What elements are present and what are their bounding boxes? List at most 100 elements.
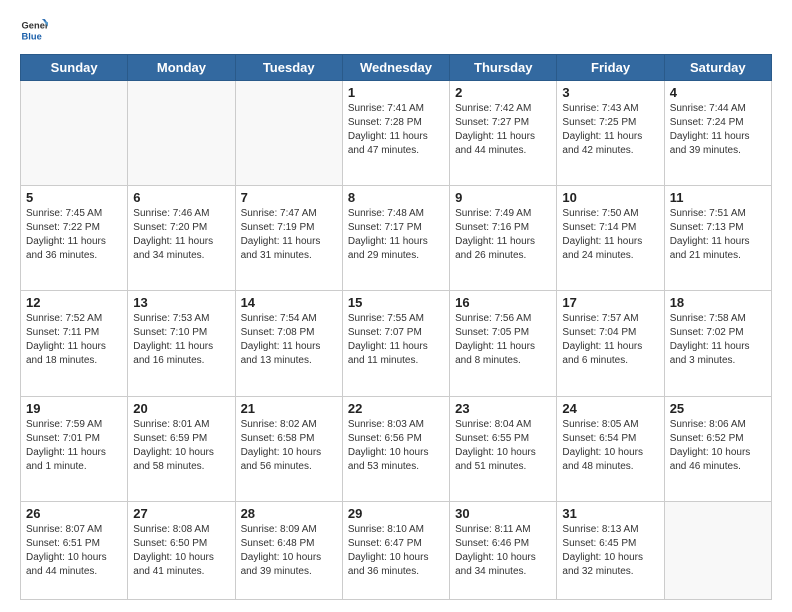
calendar-cell: 4 Sunrise: 7:44 AMSunset: 7:24 PMDaylight… <box>664 81 771 186</box>
day-number: 1 <box>348 85 444 100</box>
calendar-cell: 15 Sunrise: 7:55 AMSunset: 7:07 PMDayligh… <box>342 291 449 396</box>
day-info: Sunrise: 7:53 AMSunset: 7:10 PMDaylight:… <box>133 312 229 368</box>
day-info: Sunrise: 7:55 AMSunset: 7:07 PMDaylight:… <box>348 312 444 368</box>
day-header-thursday: Thursday <box>450 55 557 81</box>
day-number: 3 <box>562 85 658 100</box>
calendar-cell <box>21 81 128 186</box>
day-number: 8 <box>348 190 444 205</box>
day-info: Sunrise: 7:41 AMSunset: 7:28 PMDaylight:… <box>348 102 444 158</box>
calendar-cell: 18 Sunrise: 7:58 AMSunset: 7:02 PMDayligh… <box>664 291 771 396</box>
calendar-cell: 21Sunrise: 8:02 AMSunset: 6:58 PMDayligh… <box>235 396 342 501</box>
day-info: Sunrise: 7:45 AMSunset: 7:22 PMDaylight:… <box>26 207 122 263</box>
day-info: Sunrise: 8:11 AMSunset: 6:46 PMDaylight:… <box>455 523 551 579</box>
day-info: Sunrise: 7:52 AMSunset: 7:11 PMDaylight:… <box>26 312 122 368</box>
day-number: 6 <box>133 190 229 205</box>
calendar-week-4: 26Sunrise: 8:07 AMSunset: 6:51 PMDayligh… <box>21 501 772 599</box>
day-header-saturday: Saturday <box>664 55 771 81</box>
calendar-cell: 27 Sunrise: 8:08 AMSunset: 6:50 PMDayligh… <box>128 501 235 599</box>
calendar-cell: 16 Sunrise: 7:56 AMSunset: 7:05 PMDayligh… <box>450 291 557 396</box>
day-number: 26 <box>26 506 122 521</box>
day-number: 12 <box>26 295 122 310</box>
calendar-cell: 1 Sunrise: 7:41 AMSunset: 7:28 PMDaylight… <box>342 81 449 186</box>
day-number: 21 <box>241 401 337 416</box>
calendar-cell: 8 Sunrise: 7:48 AMSunset: 7:17 PMDaylight… <box>342 186 449 291</box>
day-info: Sunrise: 8:03 AMSunset: 6:56 PMDaylight:… <box>348 418 444 474</box>
day-number: 15 <box>348 295 444 310</box>
day-info: Sunrise: 7:51 AMSunset: 7:13 PMDaylight:… <box>670 207 766 263</box>
day-number: 22 <box>348 401 444 416</box>
day-number: 14 <box>241 295 337 310</box>
day-number: 4 <box>670 85 766 100</box>
day-info: Sunrise: 7:59 AMSunset: 7:01 PMDaylight:… <box>26 418 122 474</box>
logo: General Blue <box>20 16 48 44</box>
day-info: Sunrise: 7:58 AMSunset: 7:02 PMDaylight:… <box>670 312 766 368</box>
day-header-friday: Friday <box>557 55 664 81</box>
day-number: 29 <box>348 506 444 521</box>
calendar-cell: 13 Sunrise: 7:53 AMSunset: 7:10 PMDayligh… <box>128 291 235 396</box>
day-info: Sunrise: 7:48 AMSunset: 7:17 PMDaylight:… <box>348 207 444 263</box>
calendar-cell <box>235 81 342 186</box>
day-number: 16 <box>455 295 551 310</box>
calendar-cell: 20 Sunrise: 8:01 AMSunset: 6:59 PMDayligh… <box>128 396 235 501</box>
day-number: 7 <box>241 190 337 205</box>
day-info: Sunrise: 8:10 AMSunset: 6:47 PMDaylight:… <box>348 523 444 579</box>
day-info: Sunrise: 8:09 AMSunset: 6:48 PMDaylight:… <box>241 523 337 579</box>
day-header-monday: Monday <box>128 55 235 81</box>
calendar-cell: 31Sunrise: 8:13 AMSunset: 6:45 PMDayligh… <box>557 501 664 599</box>
calendar-cell: 10Sunrise: 7:50 AMSunset: 7:14 PMDayligh… <box>557 186 664 291</box>
calendar-cell: 14Sunrise: 7:54 AMSunset: 7:08 PMDayligh… <box>235 291 342 396</box>
day-number: 11 <box>670 190 766 205</box>
day-number: 25 <box>670 401 766 416</box>
day-number: 30 <box>455 506 551 521</box>
calendar-week-3: 19Sunrise: 7:59 AMSunset: 7:01 PMDayligh… <box>21 396 772 501</box>
calendar-cell: 3 Sunrise: 7:43 AMSunset: 7:25 PMDaylight… <box>557 81 664 186</box>
day-number: 9 <box>455 190 551 205</box>
calendar-cell: 19Sunrise: 7:59 AMSunset: 7:01 PMDayligh… <box>21 396 128 501</box>
day-number: 24 <box>562 401 658 416</box>
day-number: 13 <box>133 295 229 310</box>
day-number: 5 <box>26 190 122 205</box>
day-info: Sunrise: 7:57 AMSunset: 7:04 PMDaylight:… <box>562 312 658 368</box>
svg-text:General: General <box>22 20 48 30</box>
calendar-cell: 2 Sunrise: 7:42 AMSunset: 7:27 PMDaylight… <box>450 81 557 186</box>
header: General Blue <box>20 16 772 44</box>
calendar-cell: 28Sunrise: 8:09 AMSunset: 6:48 PMDayligh… <box>235 501 342 599</box>
generalblue-logo-icon: General Blue <box>20 16 48 44</box>
calendar-cell: 5 Sunrise: 7:45 AMSunset: 7:22 PMDaylight… <box>21 186 128 291</box>
day-info: Sunrise: 7:47 AMSunset: 7:19 PMDaylight:… <box>241 207 337 263</box>
calendar-cell: 22 Sunrise: 8:03 AMSunset: 6:56 PMDayligh… <box>342 396 449 501</box>
calendar-cell: 23Sunrise: 8:04 AMSunset: 6:55 PMDayligh… <box>450 396 557 501</box>
day-info: Sunrise: 8:05 AMSunset: 6:54 PMDaylight:… <box>562 418 658 474</box>
day-info: Sunrise: 8:06 AMSunset: 6:52 PMDaylight:… <box>670 418 766 474</box>
day-number: 10 <box>562 190 658 205</box>
calendar-cell: 12 Sunrise: 7:52 AMSunset: 7:11 PMDayligh… <box>21 291 128 396</box>
calendar-table: SundayMondayTuesdayWednesdayThursdayFrid… <box>20 54 772 600</box>
calendar-cell <box>128 81 235 186</box>
day-number: 18 <box>670 295 766 310</box>
calendar-cell: 29 Sunrise: 8:10 AMSunset: 6:47 PMDayligh… <box>342 501 449 599</box>
day-header-wednesday: Wednesday <box>342 55 449 81</box>
calendar-header-row: SundayMondayTuesdayWednesdayThursdayFrid… <box>21 55 772 81</box>
calendar-cell: 6Sunrise: 7:46 AMSunset: 7:20 PMDaylight… <box>128 186 235 291</box>
day-info: Sunrise: 8:01 AMSunset: 6:59 PMDaylight:… <box>133 418 229 474</box>
calendar-cell: 25 Sunrise: 8:06 AMSunset: 6:52 PMDayligh… <box>664 396 771 501</box>
day-number: 23 <box>455 401 551 416</box>
day-number: 2 <box>455 85 551 100</box>
day-number: 20 <box>133 401 229 416</box>
day-info: Sunrise: 7:43 AMSunset: 7:25 PMDaylight:… <box>562 102 658 158</box>
day-info: Sunrise: 7:44 AMSunset: 7:24 PMDaylight:… <box>670 102 766 158</box>
day-info: Sunrise: 8:08 AMSunset: 6:50 PMDaylight:… <box>133 523 229 579</box>
calendar-cell: 7 Sunrise: 7:47 AMSunset: 7:19 PMDaylight… <box>235 186 342 291</box>
svg-text:Blue: Blue <box>22 31 42 41</box>
calendar-cell: 30 Sunrise: 8:11 AMSunset: 6:46 PMDayligh… <box>450 501 557 599</box>
day-number: 17 <box>562 295 658 310</box>
calendar-cell <box>664 501 771 599</box>
calendar-cell: 11 Sunrise: 7:51 AMSunset: 7:13 PMDayligh… <box>664 186 771 291</box>
day-info: Sunrise: 7:56 AMSunset: 7:05 PMDaylight:… <box>455 312 551 368</box>
day-info: Sunrise: 7:42 AMSunset: 7:27 PMDaylight:… <box>455 102 551 158</box>
day-header-tuesday: Tuesday <box>235 55 342 81</box>
day-info: Sunrise: 8:13 AMSunset: 6:45 PMDaylight:… <box>562 523 658 579</box>
day-info: Sunrise: 7:49 AMSunset: 7:16 PMDaylight:… <box>455 207 551 263</box>
day-number: 27 <box>133 506 229 521</box>
calendar-cell: 9 Sunrise: 7:49 AMSunset: 7:16 PMDaylight… <box>450 186 557 291</box>
